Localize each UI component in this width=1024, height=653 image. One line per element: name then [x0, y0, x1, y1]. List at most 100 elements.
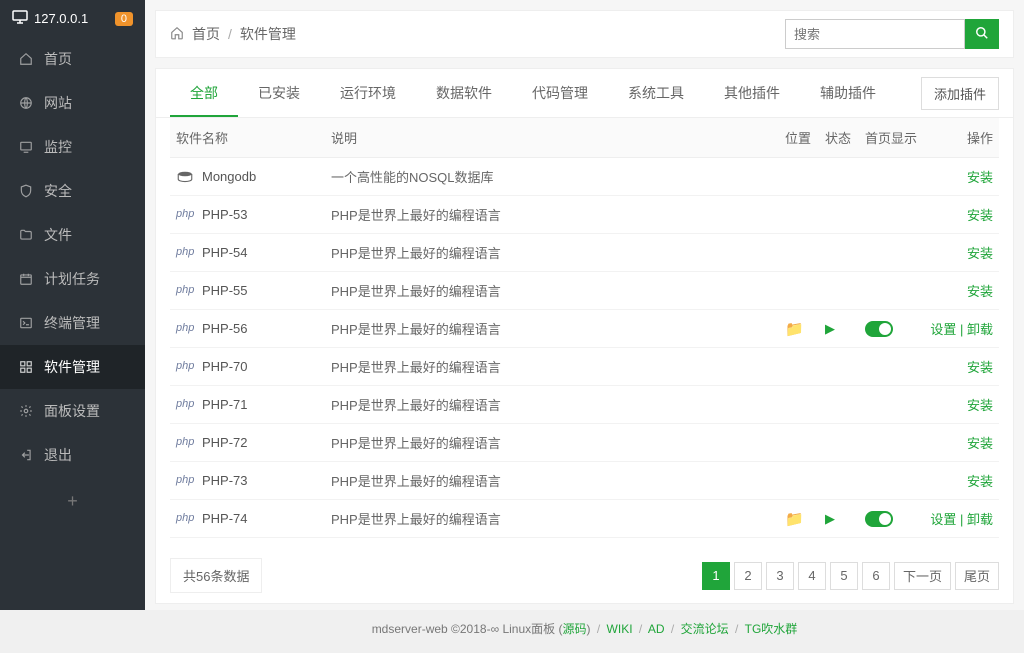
sidebar-item-label: 监控 [44, 137, 72, 157]
folder-icon[interactable]: 📁 [785, 511, 804, 528]
total-count: 共56条数据 [170, 558, 262, 593]
folder-icon[interactable]: 📁 [785, 321, 804, 338]
table-row: phpPHP-55PHP是世界上最好的编程语言安装 [170, 272, 999, 310]
software-desc: PHP是世界上最好的编程语言 [325, 310, 779, 348]
sidebar-item-label: 网站 [44, 93, 72, 113]
content-panel: 全部已安装运行环境数据软件代码管理系统工具其他插件辅助插件 添加插件 软件名称 … [155, 68, 1014, 604]
search-button[interactable] [965, 19, 999, 49]
software-name: PHP-74 [202, 511, 248, 526]
software-name: PHP-56 [202, 321, 248, 336]
sidebar-item-label: 计划任务 [44, 269, 100, 289]
sidebar-item-monitor[interactable]: 监控 [0, 125, 145, 169]
page-btn[interactable]: 1 [702, 562, 730, 590]
pagination: 123456下一页尾页 [702, 562, 999, 590]
notification-badge[interactable]: 0 [115, 12, 133, 26]
sidebar-item-label: 首页 [44, 49, 72, 69]
home-icon [170, 26, 184, 43]
table-row: php PHP-53 PHP是世界上最好的编程语言 安装 [170, 196, 999, 234]
php-icon: php [176, 360, 194, 374]
install-link[interactable]: 安装 [967, 474, 993, 489]
sidebar-item-label: 面板设置 [44, 401, 100, 421]
sidebar-item-shield[interactable]: 安全 [0, 169, 145, 213]
software-name: PHP-54 [202, 245, 248, 260]
settings-link[interactable]: 设置 [930, 322, 956, 337]
search-input[interactable] [785, 19, 965, 49]
table-row: phpPHP-70PHP是世界上最好的编程语言安装 [170, 348, 999, 386]
tab[interactable]: 数据软件 [416, 69, 512, 117]
tab[interactable]: 已安装 [238, 69, 320, 117]
page-next[interactable]: 下一页 [894, 562, 951, 590]
page-btn[interactable]: 6 [862, 562, 890, 590]
table-row: php PHP-71 PHP是世界上最好的编程语言 安装 [170, 386, 999, 424]
uninstall-link[interactable]: 卸载 [967, 322, 993, 337]
sidebar-add-button[interactable]: + [0, 477, 145, 526]
mongodb-icon [176, 170, 194, 184]
page-btn[interactable]: 4 [798, 562, 826, 590]
server-ip: 127.0.0.1 [34, 11, 88, 26]
breadcrumb-home[interactable]: 首页 [192, 24, 220, 44]
software-name: PHP-53 [202, 207, 248, 222]
software-desc: PHP是世界上最好的编程语言 [325, 234, 779, 272]
tab[interactable]: 辅助插件 [800, 69, 896, 117]
page-btn[interactable]: 5 [830, 562, 858, 590]
software-desc: PHP是世界上最好的编程语言 [325, 386, 779, 424]
page-last[interactable]: 尾页 [955, 562, 999, 590]
settings-link[interactable]: 设置 [930, 512, 956, 527]
sidebar-item-label: 安全 [44, 181, 72, 201]
top-panel: 首页 / 软件管理 [155, 10, 1014, 58]
shield-icon [18, 183, 34, 199]
apps-icon [18, 359, 34, 375]
exit-icon [18, 447, 34, 463]
sidebar: 127.0.0.1 0 首页网站监控安全文件计划任务终端管理软件管理面板设置退出… [0, 0, 145, 610]
sidebar-item-calendar[interactable]: 计划任务 [0, 257, 145, 301]
toggle-switch[interactable] [865, 511, 893, 527]
th-desc: 说明 [325, 118, 779, 158]
footer-link[interactable]: TG吹水群 [745, 622, 798, 636]
tab[interactable]: 系统工具 [608, 69, 704, 117]
footer-link[interactable]: AD [648, 622, 665, 636]
th-pos: 位置 [779, 118, 819, 158]
th-status: 状态 [819, 118, 859, 158]
tab[interactable]: 代码管理 [512, 69, 608, 117]
terminal-icon [18, 315, 34, 331]
software-name: PHP-72 [202, 435, 248, 450]
sidebar-item-label: 退出 [44, 445, 72, 465]
sidebar-item-globe[interactable]: 网站 [0, 81, 145, 125]
uninstall-link[interactable]: 卸载 [967, 512, 993, 527]
software-desc: PHP是世界上最好的编程语言 [325, 500, 779, 538]
page-btn[interactable]: 3 [766, 562, 794, 590]
page-btn[interactable]: 2 [734, 562, 762, 590]
tab[interactable]: 其他插件 [704, 69, 800, 117]
tab[interactable]: 运行环境 [320, 69, 416, 117]
install-link[interactable]: 安装 [967, 360, 993, 375]
table-row: phpPHP-73PHP是世界上最好的编程语言安装 [170, 462, 999, 500]
sidebar-item-exit[interactable]: 退出 [0, 433, 145, 477]
install-link[interactable]: 安装 [967, 398, 993, 413]
sidebar-item-folder[interactable]: 文件 [0, 213, 145, 257]
php-icon: php [176, 398, 194, 412]
install-link[interactable]: 安装 [967, 246, 993, 261]
php-icon: php [176, 322, 194, 336]
footer-link[interactable]: 交流论坛 [681, 622, 729, 636]
install-link[interactable]: 安装 [967, 170, 993, 185]
php-icon: php [176, 208, 194, 222]
sidebar-item-terminal[interactable]: 终端管理 [0, 301, 145, 345]
footer-source-link[interactable]: 源码 [562, 622, 586, 636]
toggle-switch[interactable] [865, 321, 893, 337]
install-link[interactable]: 安装 [967, 436, 993, 451]
software-name: PHP-71 [202, 397, 248, 412]
add-plugin-button[interactable]: 添加插件 [921, 77, 999, 110]
sidebar-item-apps[interactable]: 软件管理 [0, 345, 145, 389]
install-link[interactable]: 安装 [967, 284, 993, 299]
software-desc: PHP是世界上最好的编程语言 [325, 196, 779, 234]
tabs: 全部已安装运行环境数据软件代码管理系统工具其他插件辅助插件 [170, 69, 896, 117]
play-icon[interactable]: ▶ [825, 511, 835, 526]
sidebar-item-home[interactable]: 首页 [0, 37, 145, 81]
sidebar-item-gear[interactable]: 面板设置 [0, 389, 145, 433]
install-link[interactable]: 安装 [967, 208, 993, 223]
footer-link[interactable]: WIKI [607, 622, 633, 636]
main-content: 首页 / 软件管理 全部已安装运行环境数据软件代码管理系统工具其他插件辅助插件 … [145, 0, 1024, 610]
software-name: Mongodb [202, 169, 256, 184]
tab[interactable]: 全部 [170, 69, 238, 117]
play-icon[interactable]: ▶ [825, 321, 835, 336]
